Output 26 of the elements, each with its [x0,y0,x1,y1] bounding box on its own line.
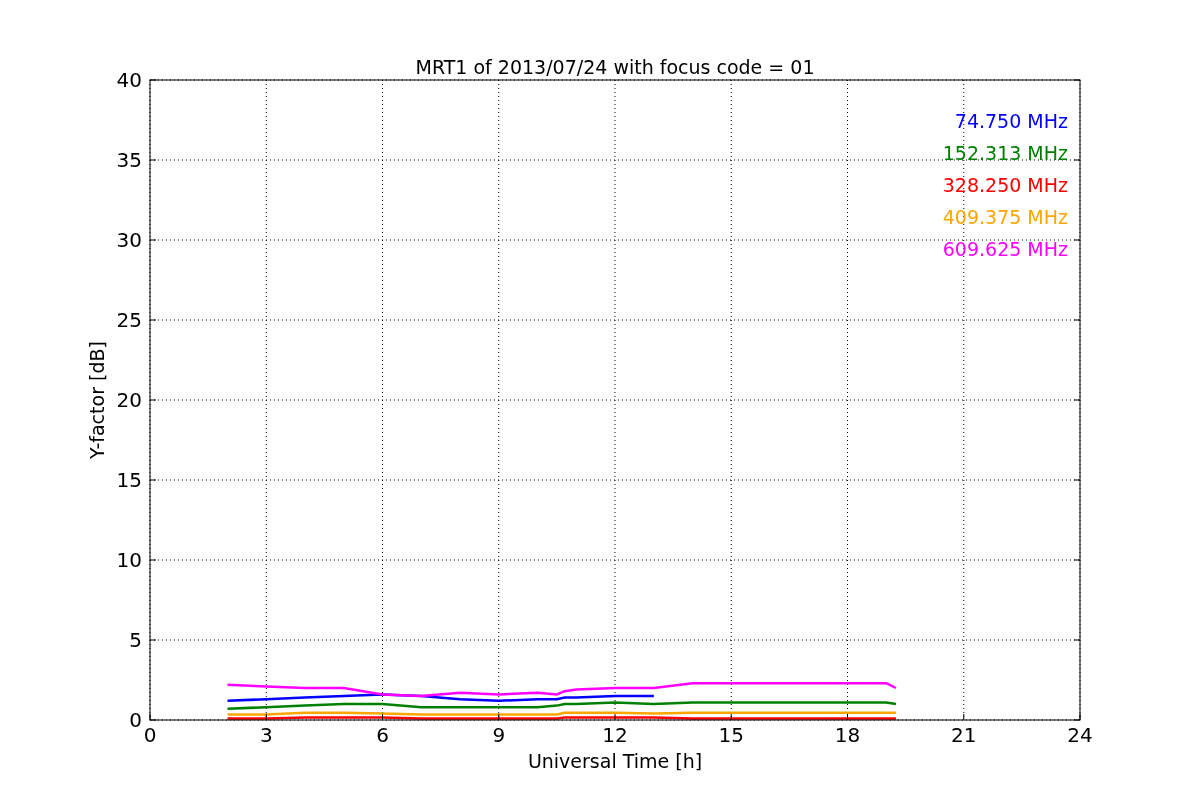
y-tick-label: 35 [116,148,142,172]
legend-label: 152.313 MHz [942,142,1068,164]
x-tick-label: 21 [951,723,977,747]
chart-title: MRT1 of 2013/07/24 with focus code = 01 [415,56,815,78]
x-tick-label: 12 [602,723,628,747]
legend-label: 609.625 MHz [942,238,1068,260]
y-tick-label: 0 [129,708,142,732]
legend-label: 74.750 MHz [954,110,1068,132]
x-tick-label: 24 [1067,723,1093,747]
y-tick-label: 25 [116,308,142,332]
legend-label: 328.250 MHz [942,174,1068,196]
y-tick-label: 10 [116,548,142,572]
y-tick-label: 30 [116,228,142,252]
x-tick-label: 15 [718,723,744,747]
y-tick-label: 40 [116,68,142,92]
y-tick-label: 20 [116,388,142,412]
y-tick-label: 5 [129,628,142,652]
y-tick-label: 15 [116,468,142,492]
x-axis-label: Universal Time [h] [527,750,703,772]
x-tick-label: 3 [259,723,273,747]
y-axis-label: Y-factor [dB] [86,341,108,459]
x-tick-label: 0 [143,723,157,747]
x-tick-label: 6 [376,723,389,747]
x-tick-label: 18 [834,723,861,747]
x-tick-label: 9 [492,723,506,747]
legend-label: 409.375 MHz [942,206,1068,228]
